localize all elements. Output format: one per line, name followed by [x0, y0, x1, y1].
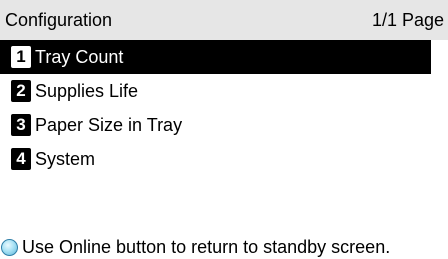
menu-item-label: System: [35, 149, 96, 169]
menu-number-badge: 2: [11, 80, 31, 102]
footer-hint: Use Online button to return to standby s…: [0, 235, 448, 259]
menu-number-badge: 3: [11, 114, 31, 136]
scrollbar-track: [431, 40, 448, 235]
menu-item-label: Paper Size in Tray: [35, 115, 183, 135]
printer-panel-screen: Configuration 1/1 Page 1 Tray Count 2 Su…: [0, 0, 448, 259]
page-indicator: 1/1 Page: [371, 10, 444, 30]
menu-item-label: Tray Count: [35, 47, 124, 67]
header-bar: Configuration 1/1 Page: [0, 0, 448, 40]
online-button-icon: [1, 239, 18, 256]
menu-number-badge: 1: [11, 46, 31, 68]
menu-item-tray-count[interactable]: 1 Tray Count: [0, 40, 431, 74]
menu-item-paper-size-in-tray[interactable]: 3 Paper Size in Tray: [0, 108, 431, 142]
menu-number-badge: 4: [11, 148, 31, 170]
screen-title: Configuration: [5, 10, 113, 30]
configuration-menu: 1 Tray Count 2 Supplies Life 3 Paper Siz…: [0, 40, 431, 176]
footer-message: Use Online button to return to standby s…: [22, 237, 391, 257]
menu-item-system[interactable]: 4 System: [0, 142, 431, 176]
menu-item-supplies-life[interactable]: 2 Supplies Life: [0, 74, 431, 108]
menu-item-label: Supplies Life: [35, 81, 139, 101]
